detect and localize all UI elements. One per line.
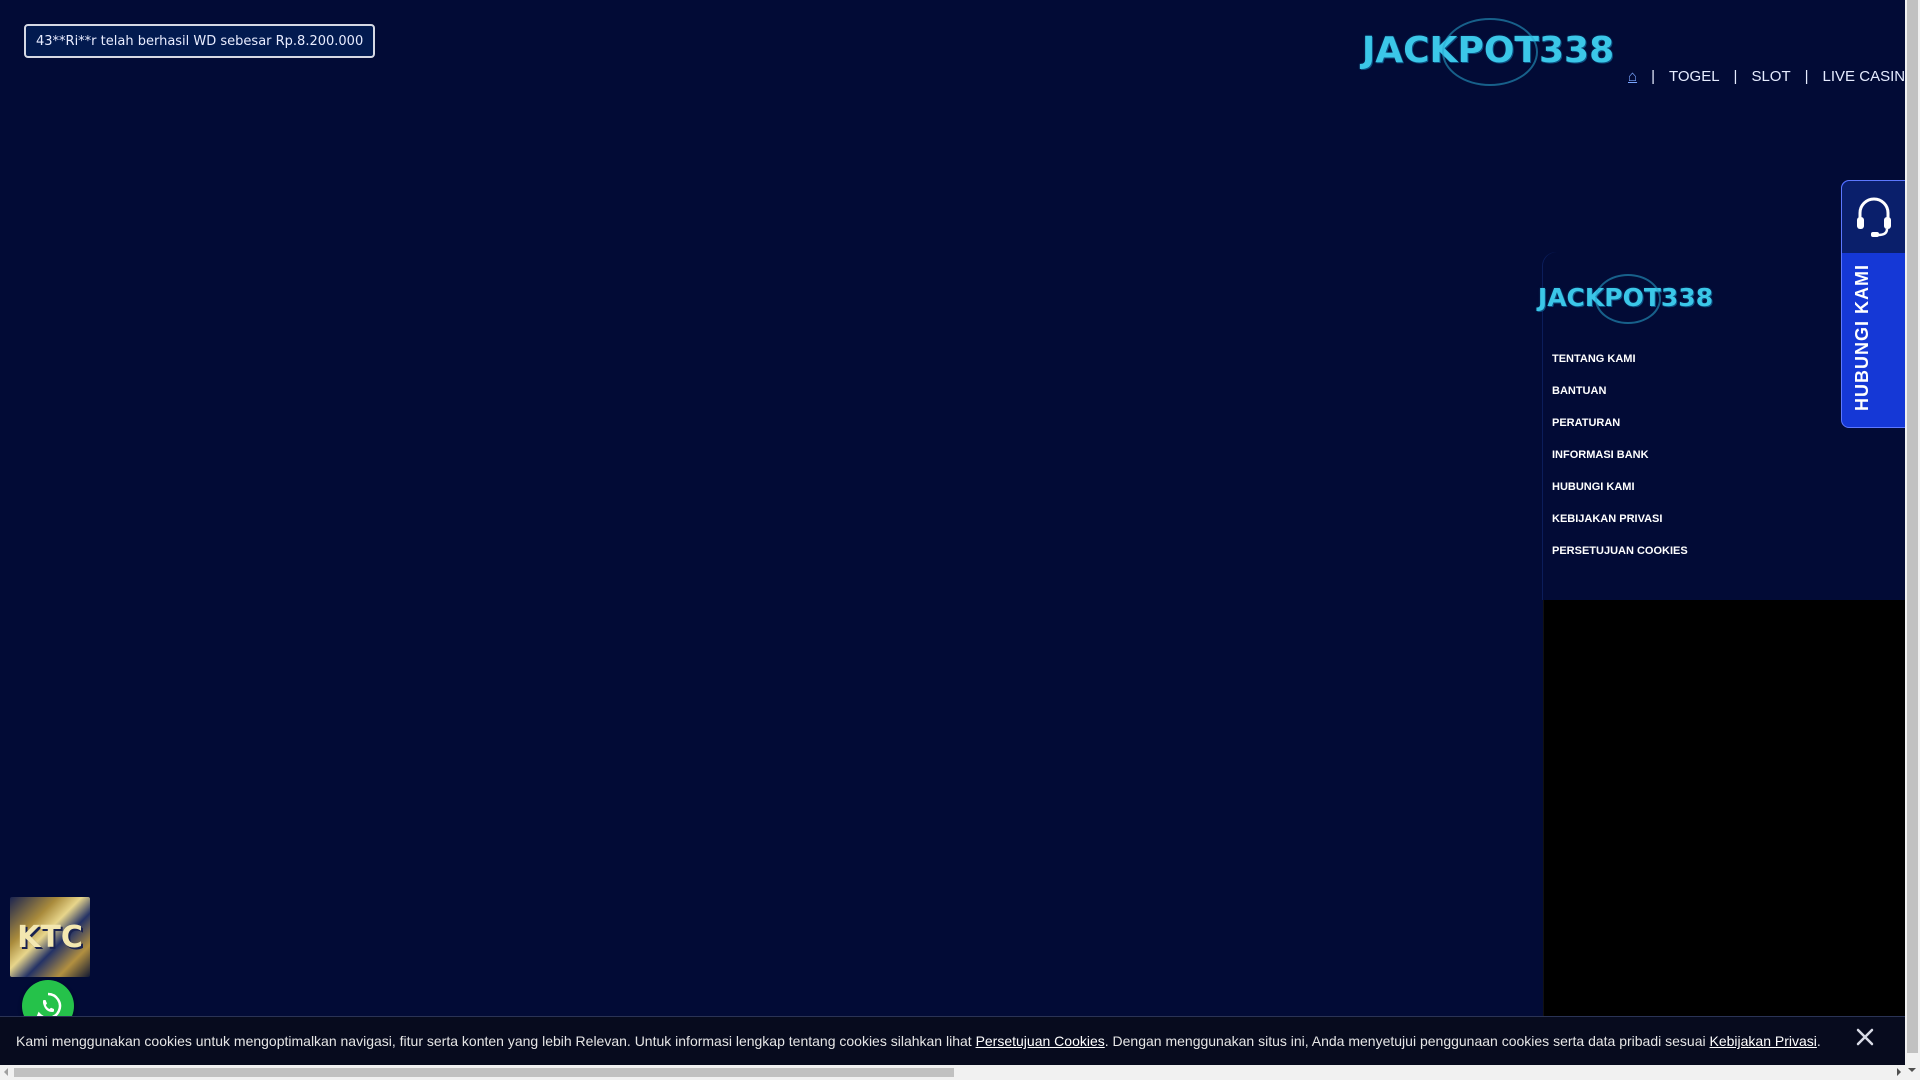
home-icon[interactable]: ⌂ — [1628, 68, 1637, 85]
side-logo[interactable]: JACKPOT338 — [1538, 272, 1713, 324]
horizontal-scrollbar[interactable] — [0, 1065, 1905, 1080]
side-menu-item-informasi-bank[interactable]: INFORMASI BANK — [1552, 444, 1688, 476]
horizontal-scrollbar-thumb[interactable] — [14, 1068, 954, 1077]
side-menu-item-kebijakan-privasi[interactable]: KEBIJAKAN PRIVASI — [1552, 508, 1688, 540]
cookie-consent-bar: Kami menggunakan cookies untuk mengoptim… — [0, 1016, 1905, 1066]
close-icon[interactable] — [1853, 1025, 1877, 1049]
site-logo[interactable]: JACKPOT338 — [1362, 16, 1614, 86]
side-menu: TENTANG KAMI BANTUAN PERATURAN INFORMASI… — [1552, 348, 1688, 572]
nav-separator: | — [1804, 68, 1809, 85]
ticker-text: 43**Ri**r telah berhasil WD sebesar Rp.8… — [36, 33, 364, 49]
nav-separator: | — [1733, 68, 1738, 85]
scroll-left-arrow-icon[interactable] — [0, 1068, 8, 1076]
headset-icon — [1842, 181, 1906, 253]
vertical-scrollbar[interactable] — [1905, 0, 1920, 1080]
side-menu-item-persetujuan-cookies[interactable]: PERSETUJUAN COOKIES — [1552, 540, 1688, 572]
contact-tab-label: HUBUNGI KAMI — [1852, 264, 1872, 411]
floating-game-thumbnail[interactable]: KTC — [10, 897, 90, 977]
side-panel-empty-area — [1543, 600, 1906, 1020]
scroll-right-arrow-icon[interactable] — [1897, 1068, 1905, 1076]
scroll-down-arrow-icon[interactable] — [1908, 1068, 1916, 1076]
withdraw-ticker: 43**Ri**r telah berhasil WD sebesar Rp.8… — [24, 24, 376, 58]
nav-item-slot[interactable]: SLOT — [1751, 68, 1790, 85]
cookie-policy-link[interactable]: Persetujuan Cookies — [976, 1033, 1105, 1049]
side-menu-item-bantuan[interactable]: BANTUAN — [1552, 380, 1688, 412]
game-thumb-text: KTC — [17, 919, 83, 955]
logo-ring — [1442, 18, 1538, 86]
side-menu-item-hubungi-kami[interactable]: HUBUNGI KAMI — [1552, 476, 1688, 508]
cookie-text: . — [1816, 1033, 1821, 1049]
side-menu-item-peraturan[interactable]: PERATURAN — [1552, 412, 1688, 444]
cookie-text: . Dengan menggunakan situs ini, Anda men… — [1104, 1033, 1710, 1049]
contact-tab[interactable]: HUBUNGI KAMI — [1841, 180, 1907, 428]
cookie-text: Kami menggunakan cookies untuk mengoptim… — [16, 1033, 976, 1049]
privacy-policy-link[interactable]: Kebijakan Privasi — [1710, 1033, 1817, 1049]
nav-item-togel[interactable]: TOGEL — [1669, 68, 1720, 85]
logo-ring — [1595, 274, 1661, 324]
nav-separator: | — [1651, 68, 1655, 85]
vertical-scrollbar-thumb[interactable] — [1907, 0, 1918, 1053]
cookie-message: Kami menggunakan cookies untuk mengoptim… — [16, 1033, 1821, 1049]
nav-item-live-casino[interactable]: LIVE CASINO — [1823, 68, 1917, 85]
side-menu-item-tentang-kami[interactable]: TENTANG KAMI — [1552, 348, 1688, 380]
top-nav: ⌂ | TOGEL | SLOT | LIVE CASINO — [1628, 68, 1917, 85]
